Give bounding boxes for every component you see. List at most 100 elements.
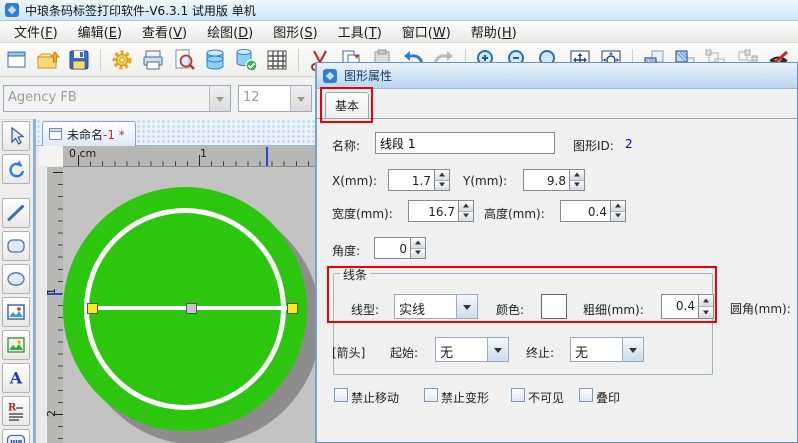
chevron-down-icon[interactable] bbox=[622, 338, 643, 361]
document-tab-title: 未命名 bbox=[67, 128, 103, 142]
print-preview-icon[interactable] bbox=[172, 48, 196, 72]
spin-down-icon[interactable] bbox=[459, 212, 473, 222]
angle-value[interactable]: 0 bbox=[374, 237, 411, 259]
arrow-end-select[interactable]: 无 bbox=[570, 337, 644, 362]
spin-up-icon[interactable] bbox=[611, 201, 625, 212]
overprint-checkbox[interactable] bbox=[579, 388, 593, 402]
picture-tool-button[interactable] bbox=[2, 297, 30, 327]
database-connect-icon[interactable] bbox=[234, 48, 258, 72]
spinner-buttons[interactable] bbox=[435, 169, 450, 191]
width-spinner[interactable]: 16.7 bbox=[408, 200, 474, 222]
menu-tools[interactable]: 工具(T) bbox=[328, 20, 392, 43]
ruler-position-marker bbox=[266, 147, 268, 166]
menu-shape[interactable]: 图形(S) bbox=[263, 20, 327, 43]
ruler-position-marker bbox=[47, 293, 62, 295]
height-value[interactable]: 0.4 bbox=[560, 200, 611, 222]
menu-window[interactable]: 窗口(W) bbox=[392, 20, 461, 43]
text-tool-button[interactable]: A bbox=[2, 363, 30, 393]
settings-icon[interactable] bbox=[110, 48, 134, 72]
chevron-down-icon[interactable] bbox=[487, 338, 508, 361]
menu-draw[interactable]: 绘图(D) bbox=[197, 20, 263, 43]
spin-down-icon[interactable] bbox=[570, 181, 584, 191]
document-modified-indicator: -1 * bbox=[103, 128, 125, 142]
label-canvas[interactable] bbox=[63, 167, 318, 443]
cursor-icon bbox=[6, 126, 26, 146]
tab-basic[interactable]: 基本 bbox=[325, 92, 369, 118]
chevron-down-icon[interactable] bbox=[209, 86, 230, 111]
print-icon[interactable] bbox=[141, 48, 165, 72]
x-value[interactable]: 1.7 bbox=[388, 169, 435, 191]
dialog-title-bar[interactable]: 图形属性 bbox=[317, 63, 797, 89]
line-color-swatch[interactable] bbox=[541, 294, 567, 319]
move-handle-center[interactable] bbox=[186, 303, 197, 314]
dialog-title: 图形属性 bbox=[344, 67, 392, 84]
lock-resize-label: 禁止变形 bbox=[441, 389, 489, 406]
font-size-select[interactable]: 12 bbox=[238, 85, 312, 112]
font-family-value: Agency FB bbox=[4, 86, 209, 111]
line-tool-button[interactable] bbox=[2, 198, 30, 228]
arrow-prefix-label: [箭头] bbox=[332, 344, 365, 361]
ellipse-tool-button[interactable] bbox=[2, 264, 30, 294]
insert-image-tool-button[interactable] bbox=[2, 330, 30, 360]
x-spinner[interactable]: 1.7 bbox=[388, 169, 450, 191]
line-weight-value[interactable]: 0.4 bbox=[661, 294, 699, 319]
spin-down-icon[interactable] bbox=[435, 181, 449, 191]
spin-up-icon[interactable] bbox=[435, 170, 449, 181]
spinner-buttons[interactable] bbox=[570, 169, 585, 191]
lock-resize-checkbox[interactable] bbox=[424, 388, 438, 402]
spin-down-icon[interactable] bbox=[611, 212, 625, 222]
menu-view[interactable]: 查看(V) bbox=[132, 20, 197, 43]
arrow-start-select[interactable]: 无 bbox=[435, 337, 509, 362]
corner-radius-label: 圆角(mm): bbox=[730, 300, 791, 317]
lock-move-label: 禁止移动 bbox=[351, 389, 399, 406]
tab-strip-line bbox=[317, 118, 797, 119]
resize-handle-right[interactable] bbox=[287, 303, 298, 314]
invisible-checkbox[interactable] bbox=[511, 388, 525, 402]
line-icon bbox=[6, 203, 26, 223]
shape-id-label: 图形ID: bbox=[573, 137, 614, 154]
lock-move-checkbox[interactable] bbox=[334, 388, 348, 402]
new-icon[interactable] bbox=[5, 48, 29, 72]
line-type-select[interactable]: 实线 bbox=[394, 294, 478, 319]
spin-up-icon[interactable] bbox=[699, 295, 713, 307]
spin-up-icon[interactable] bbox=[459, 201, 473, 212]
font-family-select[interactable]: Agency FB bbox=[3, 85, 231, 112]
horizontal-ruler: 0 cm 1 bbox=[63, 146, 318, 167]
y-spinner[interactable]: 9.8 bbox=[523, 169, 585, 191]
menu-help[interactable]: 帮助(H) bbox=[461, 20, 527, 43]
svg-text:R: R bbox=[8, 403, 17, 414]
spinner-buttons[interactable] bbox=[611, 200, 626, 222]
menu-file[interactable]: 文件(F) bbox=[4, 20, 68, 43]
barcode-tool-button[interactable] bbox=[2, 429, 30, 443]
line-group-legend: 线条 bbox=[340, 266, 370, 283]
save-icon[interactable] bbox=[67, 48, 91, 72]
select-tool-button[interactable] bbox=[2, 121, 30, 151]
database-icon[interactable] bbox=[203, 48, 227, 72]
width-value[interactable]: 16.7 bbox=[408, 200, 459, 222]
chevron-down-icon[interactable] bbox=[456, 295, 477, 318]
rich-text-tool-button[interactable]: R bbox=[2, 396, 30, 426]
spinner-buttons[interactable] bbox=[411, 237, 426, 259]
chevron-down-icon[interactable] bbox=[290, 86, 311, 111]
spin-down-icon[interactable] bbox=[411, 249, 425, 259]
y-value[interactable]: 9.8 bbox=[523, 169, 570, 191]
arrow-end-value: 无 bbox=[571, 338, 622, 361]
spin-down-icon[interactable] bbox=[699, 307, 713, 318]
height-spinner[interactable]: 0.4 bbox=[560, 200, 626, 222]
grid-icon[interactable] bbox=[265, 48, 289, 72]
rounded-rect-tool-button[interactable] bbox=[2, 231, 30, 261]
ruler-label: 1 bbox=[200, 147, 207, 160]
name-input[interactable] bbox=[375, 132, 555, 154]
picture-icon bbox=[6, 302, 26, 322]
spinner-buttons[interactable] bbox=[699, 294, 714, 319]
spin-up-icon[interactable] bbox=[570, 170, 584, 181]
rotate-tool-button[interactable] bbox=[2, 154, 30, 184]
spinner-buttons[interactable] bbox=[459, 200, 474, 222]
spin-up-icon[interactable] bbox=[411, 238, 425, 249]
menu-edit[interactable]: 编辑(E) bbox=[68, 20, 132, 43]
resize-handle-left[interactable] bbox=[87, 303, 98, 314]
document-tab[interactable]: 未命名-1 * bbox=[42, 121, 136, 146]
angle-spinner[interactable]: 0 bbox=[374, 237, 426, 259]
open-icon[interactable] bbox=[36, 48, 60, 72]
line-weight-spinner[interactable]: 0.4 bbox=[661, 294, 714, 319]
